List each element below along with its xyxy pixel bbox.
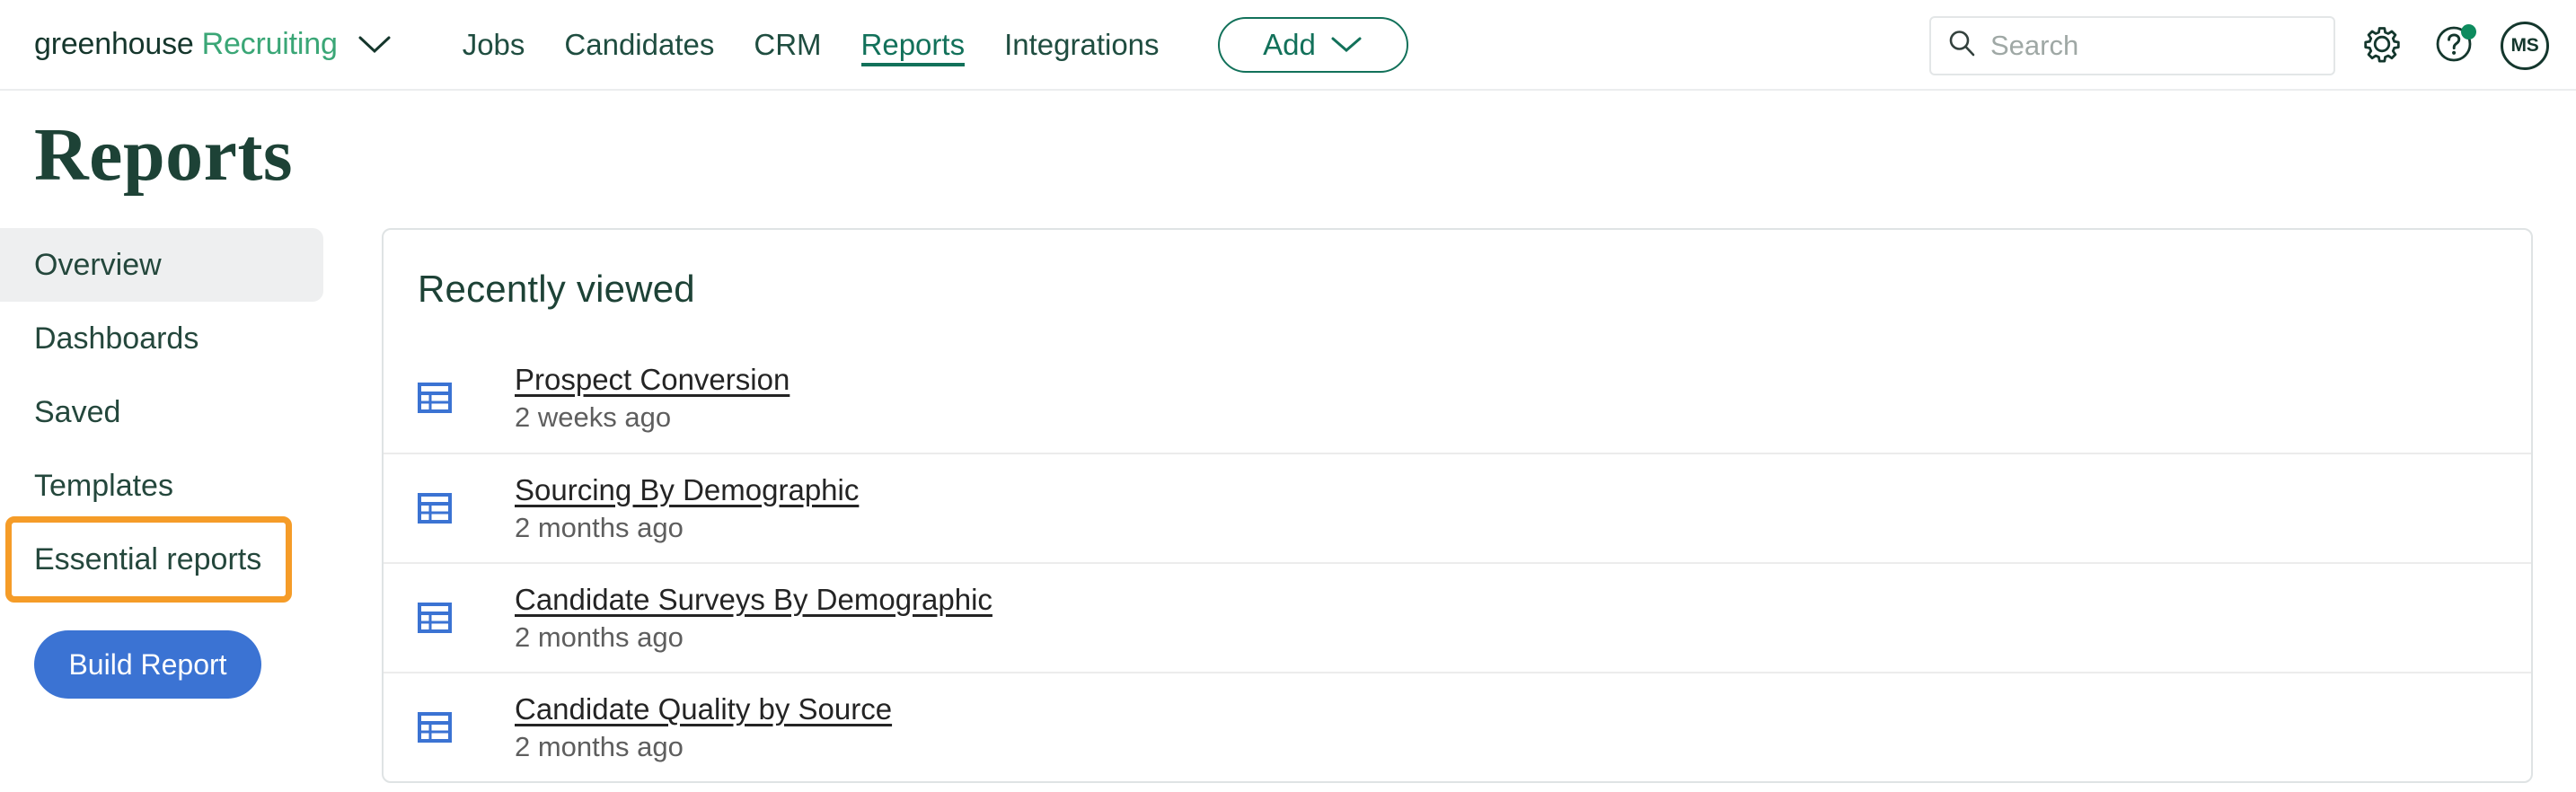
notification-badge-dot	[2461, 24, 2476, 40]
search-input[interactable]	[1990, 18, 2317, 74]
top-header-bar: greenhouse Recruiting Jobs Candidates CR…	[0, 0, 2576, 91]
report-link[interactable]: Candidate Surveys By Demographic	[515, 583, 992, 617]
brand-name-recruiting: Recruiting	[202, 27, 338, 62]
nav-item-reports[interactable]: Reports	[842, 0, 985, 90]
nav-item-candidates[interactable]: Candidates	[544, 0, 734, 90]
list-item[interactable]: Prospect Conversion 2 weeks ago	[384, 343, 2531, 453]
build-report-button[interactable]: Build Report	[34, 630, 261, 699]
help-button[interactable]	[2429, 21, 2479, 71]
brand-name-greenhouse: greenhouse	[34, 27, 194, 62]
search-icon	[1947, 29, 1976, 62]
add-button-label: Add	[1263, 28, 1316, 62]
table-report-icon	[418, 712, 468, 743]
main-navigation: Jobs Candidates CRM Reports Integrations	[443, 0, 1179, 90]
report-timestamp: 2 months ago	[515, 621, 992, 654]
recently-viewed-list: Prospect Conversion 2 weeks ago Sourcing…	[384, 343, 2531, 781]
avatar-initials: MS	[2511, 35, 2539, 57]
avatar[interactable]: MS	[2501, 22, 2549, 70]
report-link[interactable]: Candidate Quality by Source	[515, 692, 892, 726]
settings-button[interactable]	[2357, 21, 2407, 71]
header-right-controls: MS	[1929, 0, 2549, 91]
nav-item-integrations[interactable]: Integrations	[984, 0, 1178, 90]
greenhouse-logo[interactable]: greenhouse Recruiting	[34, 27, 392, 62]
report-timestamp: 2 months ago	[515, 731, 892, 763]
report-link[interactable]: Sourcing By Demographic	[515, 473, 859, 507]
list-item[interactable]: Sourcing By Demographic 2 months ago	[384, 453, 2531, 562]
report-timestamp: 2 months ago	[515, 512, 859, 544]
sidebar-item-saved[interactable]: Saved	[0, 375, 382, 449]
sidebar-item-dashboards[interactable]: Dashboards	[0, 302, 382, 375]
table-report-icon	[418, 383, 468, 413]
report-link[interactable]: Prospect Conversion	[515, 363, 790, 397]
list-item[interactable]: Candidate Quality by Source 2 months ago	[384, 672, 2531, 781]
sidebar-item-essential-reports[interactable]: Essential reports	[12, 523, 286, 596]
nav-item-jobs[interactable]: Jobs	[443, 0, 545, 90]
card-title: Recently viewed	[384, 230, 2531, 311]
add-button[interactable]: Add	[1218, 17, 1408, 73]
sidebar-item-overview[interactable]: Overview	[0, 228, 323, 302]
page-title: Reports	[34, 118, 2576, 193]
reports-sidebar: Overview Dashboards Saved Templates Esse…	[0, 228, 382, 699]
list-item[interactable]: Candidate Surveys By Demographic 2 month…	[384, 562, 2531, 672]
table-report-icon	[418, 493, 468, 524]
chevron-down-icon[interactable]	[357, 34, 392, 56]
gear-icon	[2362, 24, 2402, 66]
search-box[interactable]	[1929, 16, 2335, 75]
recently-viewed-card: Recently viewed Prospect Conversion 2 we…	[382, 228, 2533, 783]
page-content: Overview Dashboards Saved Templates Esse…	[0, 228, 2576, 783]
report-timestamp: 2 weeks ago	[515, 401, 790, 434]
sidebar-item-templates[interactable]: Templates	[0, 449, 382, 523]
chevron-down-icon	[1330, 28, 1363, 62]
table-report-icon	[418, 603, 468, 633]
nav-item-crm[interactable]: CRM	[734, 0, 841, 90]
